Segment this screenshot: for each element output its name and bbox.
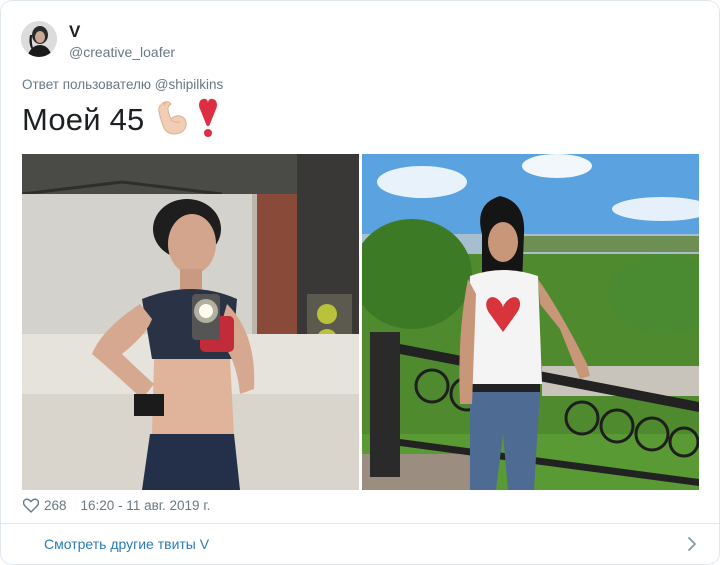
tweet-text-content: Моей 45 [22,102,145,137]
more-tweets-label[interactable]: Смотреть другие твиты V [44,536,209,552]
author-handle[interactable]: @creative_loafer [69,44,175,60]
avatar-image [21,21,57,57]
heart-icon[interactable] [23,498,39,513]
avatar[interactable] [21,21,57,57]
tweet-footer: 268 16:20 - 11 авг. 2019 г. [23,495,210,515]
more-tweets-link[interactable]: Смотреть другие твиты V [1,524,719,564]
reply-context[interactable]: Ответ пользователю @shipilkins [22,77,223,92]
exclamation-mark-icon [194,97,222,144]
author-name[interactable]: V [69,22,80,42]
tweet-media[interactable] [22,154,699,490]
photo-gym-selfie[interactable] [22,154,359,490]
like-count: 268 [44,497,67,513]
chevron-right-icon[interactable] [687,536,697,552]
photo-embankment[interactable] [362,154,699,490]
tweet-card: V @creative_loafer Ответ пользователю @s… [0,0,720,565]
flexed-biceps-icon [154,99,190,142]
tweet-text: Моей 45 [22,98,222,142]
tweet-timestamp[interactable]: 16:20 - 11 авг. 2019 г. [81,498,211,513]
